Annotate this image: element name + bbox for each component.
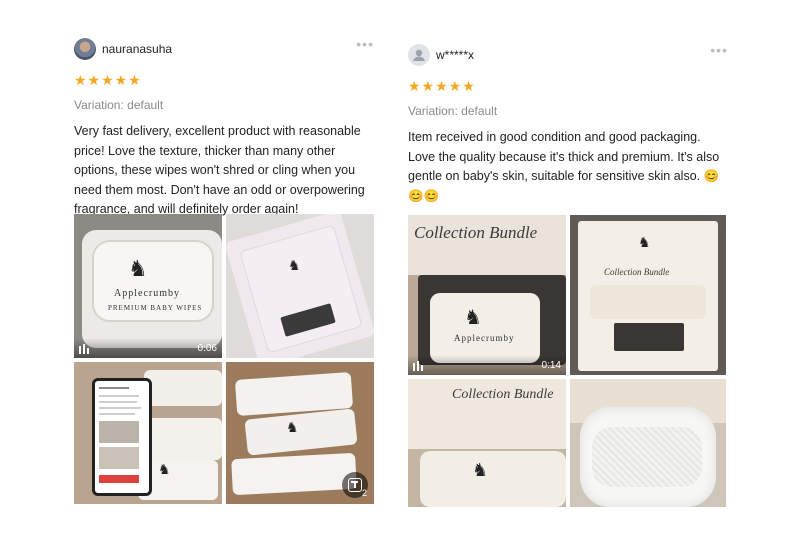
package-title: Collection Bundle (414, 223, 538, 242)
rocking-horse-logo-icon: ♞ (464, 307, 482, 329)
more-photos-count: 2 (361, 488, 367, 498)
package-subtitle: PREMIUM BABY WIPES (108, 304, 203, 312)
review-header: w*****x ••• (408, 43, 728, 68)
video-duration: 0:14 (541, 360, 561, 371)
username[interactable]: w*****x (436, 48, 474, 62)
package-brand: Applecrumby (114, 288, 180, 299)
review-video-thumbnail[interactable]: ♞ Applecrumby PREMIUM BABY WIPES 0:06 (74, 214, 222, 358)
package-title: Collection Bundle (604, 267, 670, 277)
avatar[interactable] (74, 38, 96, 60)
star-rating: ★★★★★ (408, 78, 476, 94)
default-user-icon (413, 49, 425, 61)
review-text: Item received in good condition and good… (408, 130, 720, 203)
variation-label: Variation: default (74, 98, 164, 112)
rocking-horse-logo-icon: ♞ (158, 461, 171, 477)
review-photo[interactable]: ♞ 2 (226, 362, 374, 504)
rocking-horse-logo-icon: ♞ (472, 460, 489, 480)
more-options-icon[interactable]: ••• (356, 37, 374, 51)
avatar[interactable] (408, 44, 430, 66)
gallery-icon (348, 478, 362, 492)
video-icon (413, 361, 425, 371)
review-card: w*****x ••• ★★★★★ Variation: default Ite… (408, 43, 728, 507)
review-media-grid: Collection Bundle ♞ Applecrumby 0:14 ♞ C… (408, 215, 726, 507)
rocking-horse-logo-icon: ♞ (286, 419, 299, 435)
package-brand: Applecrumby (454, 333, 515, 343)
phone-screenshot-image (92, 378, 152, 496)
rocking-horse-logo-icon: ♞ (638, 234, 651, 250)
review-photo[interactable]: ♞ Collection Bundle (570, 215, 726, 375)
review-photo[interactable]: ♞ (74, 362, 222, 504)
rocking-horse-logo-icon: ♞ (128, 256, 148, 281)
review-card: nauranasuha ••• ★★★★★ Variation: default… (74, 37, 374, 504)
star-rating: ★★★★★ (74, 72, 142, 88)
video-overlay: 0:14 (408, 355, 566, 375)
rocking-horse-logo-icon: ♞ (288, 257, 301, 273)
video-overlay: 0:06 (74, 338, 222, 358)
variation-label: Variation: default (408, 104, 498, 118)
username[interactable]: nauranasuha (102, 42, 172, 56)
review-text: Very fast delivery, excellent product wi… (74, 124, 365, 216)
video-icon (79, 344, 91, 354)
review-header: nauranasuha ••• (74, 37, 374, 62)
review-media-grid: ♞ Applecrumby PREMIUM BABY WIPES 0:06 ♞ … (74, 214, 374, 504)
review-photo[interactable] (570, 379, 726, 507)
more-options-icon[interactable]: ••• (710, 43, 728, 57)
review-video-thumbnail[interactable]: Collection Bundle ♞ Applecrumby 0:14 (408, 215, 566, 375)
video-duration: 0:06 (197, 343, 217, 354)
review-photo[interactable]: Collection Bundle ♞ (408, 379, 566, 507)
more-photos-badge[interactable]: 2 (342, 472, 368, 498)
package-title: Collection Bundle (452, 387, 554, 402)
review-photo[interactable]: ♞ (226, 214, 374, 358)
